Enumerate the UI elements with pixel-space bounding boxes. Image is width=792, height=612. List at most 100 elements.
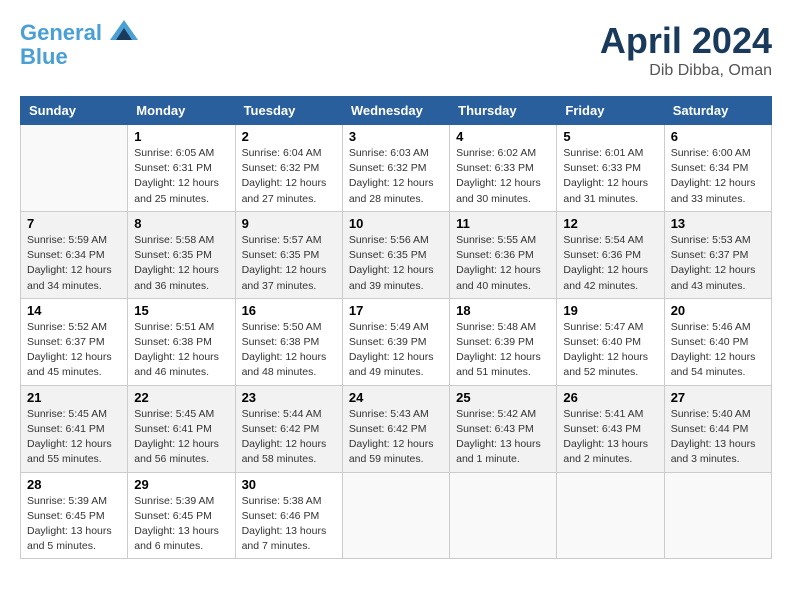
calendar-cell: 9 Sunrise: 5:57 AMSunset: 6:35 PMDaylight… [235,211,342,298]
day-info: Sunrise: 6:02 AMSunset: 6:33 PMDaylight:… [456,146,550,207]
logo-icon [110,20,138,40]
calendar-cell: 16 Sunrise: 5:50 AMSunset: 6:38 PMDayligh… [235,298,342,385]
logo-blue-text: Blue [20,45,138,69]
day-info: Sunrise: 5:47 AMSunset: 6:40 PMDaylight:… [563,320,657,381]
day-info: Sunrise: 5:52 AMSunset: 6:37 PMDaylight:… [27,320,121,381]
day-info: Sunrise: 5:44 AMSunset: 6:42 PMDaylight:… [242,407,336,468]
day-info: Sunrise: 5:58 AMSunset: 6:35 PMDaylight:… [134,233,228,294]
calendar-cell: 23 Sunrise: 5:44 AMSunset: 6:42 PMDayligh… [235,385,342,472]
calendar-cell [342,472,449,559]
col-header-monday: Monday [128,97,235,125]
calendar-cell: 2 Sunrise: 6:04 AMSunset: 6:32 PMDaylight… [235,125,342,212]
calendar-cell: 6Sunrise: 6:00 AMSunset: 6:34 PMDaylight… [664,125,771,212]
calendar-cell: 29Sunrise: 5:39 AMSunset: 6:45 PMDayligh… [128,472,235,559]
day-info: Sunrise: 6:01 AMSunset: 6:33 PMDaylight:… [563,146,657,207]
calendar-cell [557,472,664,559]
calendar-cell: 21 Sunrise: 5:45 AMSunset: 6:41 PMDayligh… [21,385,128,472]
calendar-week-row: 14 Sunrise: 5:52 AMSunset: 6:37 PMDayligh… [21,298,772,385]
calendar-cell [21,125,128,212]
col-header-friday: Friday [557,97,664,125]
day-number: 23 [242,390,336,405]
day-number: 11 [456,216,550,231]
day-number: 28 [27,477,121,492]
calendar-cell: 14 Sunrise: 5:52 AMSunset: 6:37 PMDayligh… [21,298,128,385]
day-number: 26 [563,390,657,405]
calendar-cell: 22Sunrise: 5:45 AMSunset: 6:41 PMDayligh… [128,385,235,472]
calendar-cell: 20Sunrise: 5:46 AMSunset: 6:40 PMDayligh… [664,298,771,385]
calendar-cell: 3 Sunrise: 6:03 AMSunset: 6:32 PMDaylight… [342,125,449,212]
day-number: 22 [134,390,228,405]
day-info: Sunrise: 5:40 AMSunset: 6:44 PMDaylight:… [671,407,765,468]
day-number: 9 [242,216,336,231]
day-number: 15 [134,303,228,318]
day-info: Sunrise: 5:45 AMSunset: 6:41 PMDaylight:… [27,407,121,468]
day-info: Sunrise: 5:48 AMSunset: 6:39 PMDaylight:… [456,320,550,381]
day-number: 25 [456,390,550,405]
location: Dib Dibba, Oman [600,62,772,80]
calendar-cell: 5 Sunrise: 6:01 AMSunset: 6:33 PMDaylight… [557,125,664,212]
col-header-thursday: Thursday [450,97,557,125]
day-number: 1 [134,129,228,144]
calendar-cell: 8Sunrise: 5:58 AMSunset: 6:35 PMDaylight… [128,211,235,298]
logo-text: General [20,20,138,45]
day-info: Sunrise: 5:54 AMSunset: 6:36 PMDaylight:… [563,233,657,294]
day-info: Sunrise: 5:56 AMSunset: 6:35 PMDaylight:… [349,233,443,294]
day-info: Sunrise: 5:50 AMSunset: 6:38 PMDaylight:… [242,320,336,381]
day-number: 27 [671,390,765,405]
col-header-sunday: Sunday [21,97,128,125]
month-title: April 2024 [600,20,772,62]
day-number: 12 [563,216,657,231]
day-number: 18 [456,303,550,318]
day-number: 30 [242,477,336,492]
calendar-cell: 25 Sunrise: 5:42 AMSunset: 6:43 PMDayligh… [450,385,557,472]
calendar-cell: 18 Sunrise: 5:48 AMSunset: 6:39 PMDayligh… [450,298,557,385]
day-number: 17 [349,303,443,318]
day-info: Sunrise: 5:43 AMSunset: 6:42 PMDaylight:… [349,407,443,468]
day-info: Sunrise: 5:51 AMSunset: 6:38 PMDaylight:… [134,320,228,381]
day-number: 6 [671,129,765,144]
calendar-cell: 13 Sunrise: 5:53 AMSunset: 6:37 PMDayligh… [664,211,771,298]
col-header-wednesday: Wednesday [342,97,449,125]
day-info: Sunrise: 5:53 AMSunset: 6:37 PMDaylight:… [671,233,765,294]
day-number: 2 [242,129,336,144]
calendar-cell: 15 Sunrise: 5:51 AMSunset: 6:38 PMDayligh… [128,298,235,385]
day-info: Sunrise: 5:41 AMSunset: 6:43 PMDaylight:… [563,407,657,468]
day-number: 29 [134,477,228,492]
calendar-week-row: 1Sunrise: 6:05 AMSunset: 6:31 PMDaylight… [21,125,772,212]
day-number: 5 [563,129,657,144]
calendar-cell: 30 Sunrise: 5:38 AMSunset: 6:46 PMDayligh… [235,472,342,559]
calendar-week-row: 7Sunrise: 5:59 AMSunset: 6:34 PMDaylight… [21,211,772,298]
calendar-cell: 17 Sunrise: 5:49 AMSunset: 6:39 PMDayligh… [342,298,449,385]
col-header-tuesday: Tuesday [235,97,342,125]
day-info: Sunrise: 6:04 AMSunset: 6:32 PMDaylight:… [242,146,336,207]
calendar-table: SundayMondayTuesdayWednesdayThursdayFrid… [20,96,772,559]
calendar-cell: 28 Sunrise: 5:39 AMSunset: 6:45 PMDayligh… [21,472,128,559]
day-info: Sunrise: 5:57 AMSunset: 6:35 PMDaylight:… [242,233,336,294]
calendar-week-row: 28 Sunrise: 5:39 AMSunset: 6:45 PMDayligh… [21,472,772,559]
day-number: 10 [349,216,443,231]
day-number: 20 [671,303,765,318]
day-number: 21 [27,390,121,405]
day-info: Sunrise: 5:38 AMSunset: 6:46 PMDaylight:… [242,494,336,555]
title-block: April 2024 Dib Dibba, Oman [600,20,772,80]
logo: General Blue [20,20,138,69]
calendar-cell: 1Sunrise: 6:05 AMSunset: 6:31 PMDaylight… [128,125,235,212]
day-info: Sunrise: 5:42 AMSunset: 6:43 PMDaylight:… [456,407,550,468]
day-number: 19 [563,303,657,318]
day-info: Sunrise: 5:49 AMSunset: 6:39 PMDaylight:… [349,320,443,381]
day-number: 4 [456,129,550,144]
day-info: Sunrise: 6:03 AMSunset: 6:32 PMDaylight:… [349,146,443,207]
calendar-cell: 11Sunrise: 5:55 AMSunset: 6:36 PMDayligh… [450,211,557,298]
day-number: 14 [27,303,121,318]
calendar-cell: 4 Sunrise: 6:02 AMSunset: 6:33 PMDaylight… [450,125,557,212]
day-number: 3 [349,129,443,144]
calendar-cell: 10 Sunrise: 5:56 AMSunset: 6:35 PMDayligh… [342,211,449,298]
calendar-cell [450,472,557,559]
day-info: Sunrise: 5:39 AMSunset: 6:45 PMDaylight:… [27,494,121,555]
calendar-cell: 24Sunrise: 5:43 AMSunset: 6:42 PMDayligh… [342,385,449,472]
day-info: Sunrise: 5:59 AMSunset: 6:34 PMDaylight:… [27,233,121,294]
day-number: 16 [242,303,336,318]
col-header-saturday: Saturday [664,97,771,125]
day-number: 13 [671,216,765,231]
calendar-header-row: SundayMondayTuesdayWednesdayThursdayFrid… [21,97,772,125]
